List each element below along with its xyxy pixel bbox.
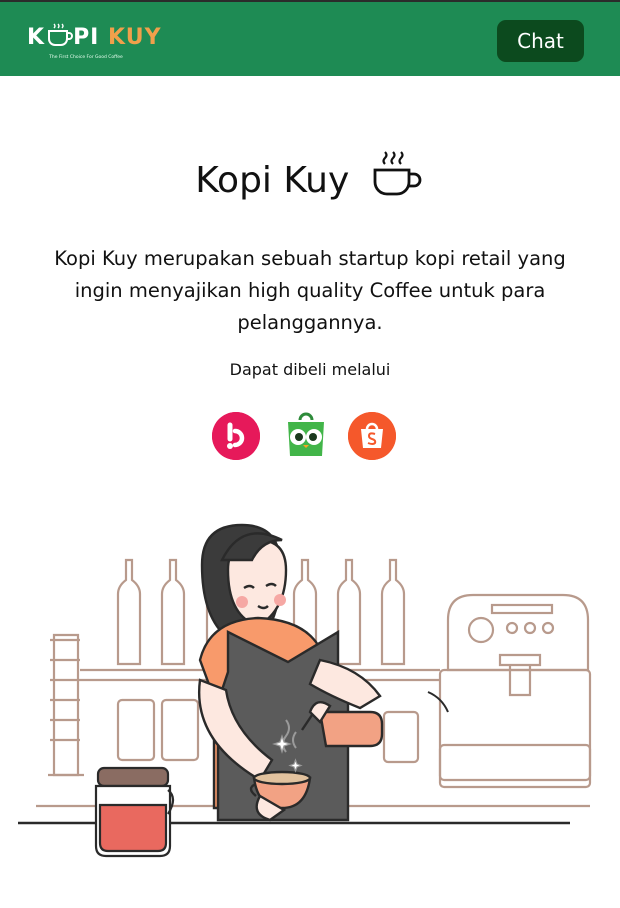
tokopedia-link[interactable] [282, 412, 330, 460]
brand-tagline: The First Choice For Good Coffee [49, 55, 123, 60]
brand-logo[interactable]: K PI KUY The First Choice For Good Coffee [27, 19, 167, 65]
coffee-cup-icon [48, 23, 73, 46]
shopee-icon [348, 412, 396, 460]
shopee-link[interactable] [348, 412, 396, 460]
buy-channels-label: Dapat dibeli melalui [229, 360, 391, 379]
tokopedia-icon [288, 412, 324, 456]
chat-button[interactable]: Chat [497, 20, 584, 62]
top-navbar: K PI KUY The First Choice For Good Coffee… [0, 0, 620, 76]
barista-illustration [18, 523, 592, 858]
blibli-icon [212, 412, 260, 460]
coffee-cup-icon [373, 151, 422, 196]
hero-description: Kopi Kuy merupakan sebuah startup kopi r… [54, 247, 566, 334]
store-links [212, 412, 402, 460]
hero-title: Kopi Kuy [0, 151, 620, 201]
blibli-link[interactable] [212, 412, 260, 460]
